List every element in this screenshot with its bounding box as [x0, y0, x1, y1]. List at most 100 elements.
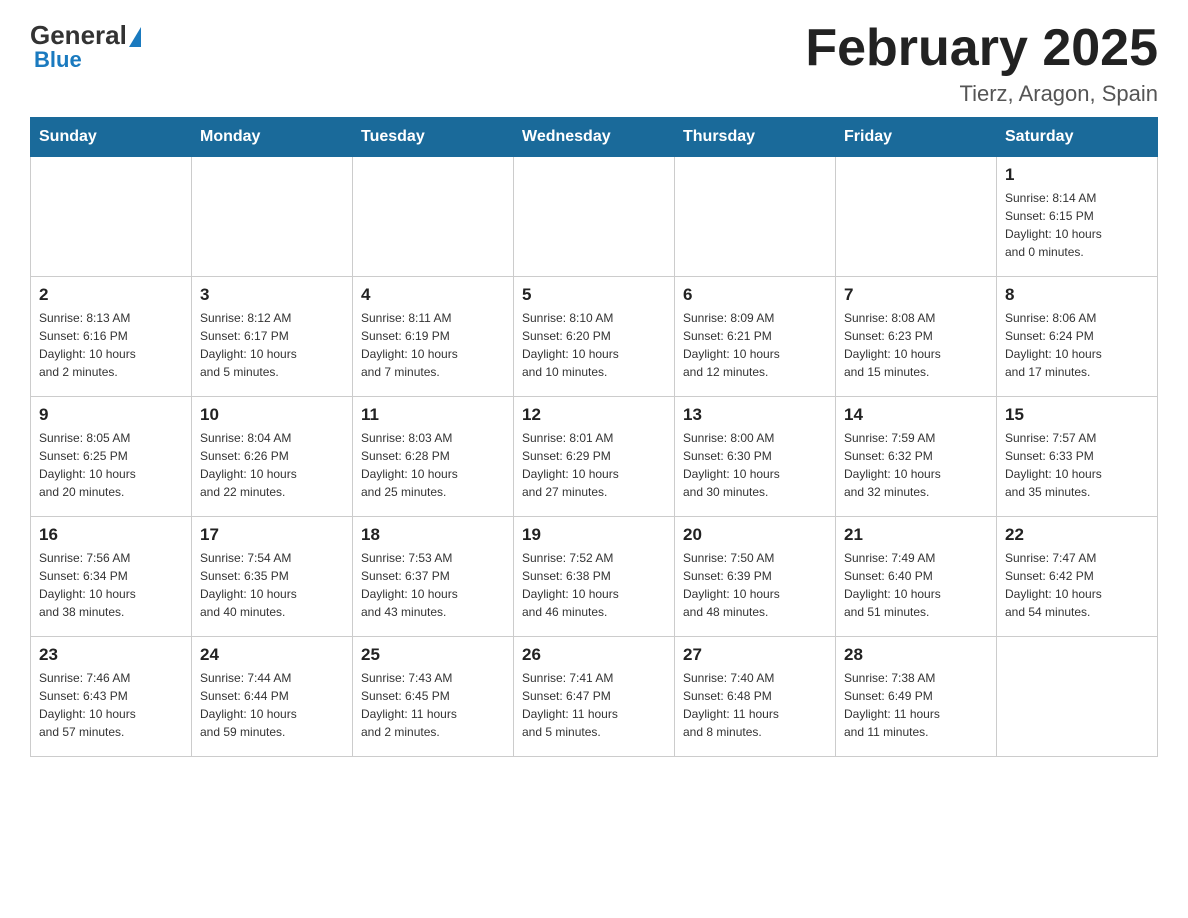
day-info: Sunrise: 7:50 AM Sunset: 6:39 PM Dayligh…	[683, 549, 827, 621]
calendar-day-cell: 18 Sunrise: 7:53 AM Sunset: 6:37 PM Dayli…	[353, 517, 514, 637]
calendar-day-cell: 14 Sunrise: 7:59 AM Sunset: 6:32 PM Dayli…	[836, 397, 997, 517]
day-number: 13	[683, 405, 827, 425]
calendar-day-cell: 23 Sunrise: 7:46 AM Sunset: 6:43 PM Dayli…	[31, 637, 192, 757]
calendar-week-row: 23 Sunrise: 7:46 AM Sunset: 6:43 PM Dayli…	[31, 637, 1158, 757]
calendar-day-cell: 6Sunrise: 8:09 AM Sunset: 6:21 PM Daylig…	[675, 277, 836, 397]
day-info: Sunrise: 8:00 AM Sunset: 6:30 PM Dayligh…	[683, 429, 827, 501]
day-number: 5	[522, 285, 666, 305]
day-number: 6	[683, 285, 827, 305]
calendar-header-row: SundayMondayTuesdayWednesdayThursdayFrid…	[31, 118, 1158, 157]
day-number: 25	[361, 645, 505, 665]
day-info: Sunrise: 7:46 AM Sunset: 6:43 PM Dayligh…	[39, 669, 183, 741]
day-number: 18	[361, 525, 505, 545]
day-number: 4	[361, 285, 505, 305]
calendar-day-cell	[997, 637, 1158, 757]
day-info: Sunrise: 8:08 AM Sunset: 6:23 PM Dayligh…	[844, 309, 988, 381]
calendar-day-cell: 13 Sunrise: 8:00 AM Sunset: 6:30 PM Dayli…	[675, 397, 836, 517]
day-number: 8	[1005, 285, 1149, 305]
calendar-day-cell: 9 Sunrise: 8:05 AM Sunset: 6:25 PM Daylig…	[31, 397, 192, 517]
day-info: Sunrise: 7:53 AM Sunset: 6:37 PM Dayligh…	[361, 549, 505, 621]
page-title: February 2025	[805, 20, 1158, 77]
day-info: Sunrise: 8:06 AM Sunset: 6:24 PM Dayligh…	[1005, 309, 1149, 381]
logo-blue: Blue	[30, 47, 82, 73]
day-info: Sunrise: 8:13 AM Sunset: 6:16 PM Dayligh…	[39, 309, 183, 381]
day-number: 20	[683, 525, 827, 545]
logo: General Blue	[30, 20, 141, 73]
day-number: 10	[200, 405, 344, 425]
calendar-day-cell: 11 Sunrise: 8:03 AM Sunset: 6:28 PM Dayli…	[353, 397, 514, 517]
calendar-week-row: 2 Sunrise: 8:13 AM Sunset: 6:16 PM Daylig…	[31, 277, 1158, 397]
calendar-day-cell	[31, 157, 192, 277]
calendar-day-cell	[836, 157, 997, 277]
calendar-day-cell	[353, 157, 514, 277]
page-header: General Blue February 2025 Tierz, Aragon…	[30, 20, 1158, 107]
calendar-day-header: Monday	[192, 118, 353, 157]
calendar-week-row: 9 Sunrise: 8:05 AM Sunset: 6:25 PM Daylig…	[31, 397, 1158, 517]
day-info: Sunrise: 7:52 AM Sunset: 6:38 PM Dayligh…	[522, 549, 666, 621]
calendar-day-cell: 1 Sunrise: 8:14 AM Sunset: 6:15 PM Daylig…	[997, 157, 1158, 277]
day-number: 19	[522, 525, 666, 545]
calendar-day-cell: 10 Sunrise: 8:04 AM Sunset: 6:26 PM Dayli…	[192, 397, 353, 517]
calendar-day-cell: 24Sunrise: 7:44 AM Sunset: 6:44 PM Dayli…	[192, 637, 353, 757]
day-info: Sunrise: 7:59 AM Sunset: 6:32 PM Dayligh…	[844, 429, 988, 501]
calendar-day-cell: 16 Sunrise: 7:56 AM Sunset: 6:34 PM Dayli…	[31, 517, 192, 637]
day-info: Sunrise: 7:54 AM Sunset: 6:35 PM Dayligh…	[200, 549, 344, 621]
day-number: 14	[844, 405, 988, 425]
calendar-day-header: Saturday	[997, 118, 1158, 157]
day-info: Sunrise: 7:40 AM Sunset: 6:48 PM Dayligh…	[683, 669, 827, 741]
logo-triangle-icon	[129, 27, 141, 47]
calendar-day-cell: 2 Sunrise: 8:13 AM Sunset: 6:16 PM Daylig…	[31, 277, 192, 397]
calendar-day-header: Tuesday	[353, 118, 514, 157]
day-info: Sunrise: 7:41 AM Sunset: 6:47 PM Dayligh…	[522, 669, 666, 741]
day-number: 1	[1005, 165, 1149, 185]
day-info: Sunrise: 8:04 AM Sunset: 6:26 PM Dayligh…	[200, 429, 344, 501]
calendar-day-cell: 20 Sunrise: 7:50 AM Sunset: 6:39 PM Dayli…	[675, 517, 836, 637]
calendar-day-cell: 12Sunrise: 8:01 AM Sunset: 6:29 PM Dayli…	[514, 397, 675, 517]
calendar-day-cell: 5Sunrise: 8:10 AM Sunset: 6:20 PM Daylig…	[514, 277, 675, 397]
calendar-week-row: 16 Sunrise: 7:56 AM Sunset: 6:34 PM Dayli…	[31, 517, 1158, 637]
day-info: Sunrise: 8:03 AM Sunset: 6:28 PM Dayligh…	[361, 429, 505, 501]
calendar-day-header: Friday	[836, 118, 997, 157]
day-info: Sunrise: 7:43 AM Sunset: 6:45 PM Dayligh…	[361, 669, 505, 741]
day-info: Sunrise: 7:38 AM Sunset: 6:49 PM Dayligh…	[844, 669, 988, 741]
day-number: 27	[683, 645, 827, 665]
day-number: 21	[844, 525, 988, 545]
day-info: Sunrise: 7:56 AM Sunset: 6:34 PM Dayligh…	[39, 549, 183, 621]
calendar-day-cell: 28 Sunrise: 7:38 AM Sunset: 6:49 PM Dayli…	[836, 637, 997, 757]
calendar-day-cell: 15 Sunrise: 7:57 AM Sunset: 6:33 PM Dayli…	[997, 397, 1158, 517]
day-number: 15	[1005, 405, 1149, 425]
day-info: Sunrise: 8:12 AM Sunset: 6:17 PM Dayligh…	[200, 309, 344, 381]
day-number: 17	[200, 525, 344, 545]
calendar-day-cell: 4Sunrise: 8:11 AM Sunset: 6:19 PM Daylig…	[353, 277, 514, 397]
day-info: Sunrise: 8:05 AM Sunset: 6:25 PM Dayligh…	[39, 429, 183, 501]
calendar-table: SundayMondayTuesdayWednesdayThursdayFrid…	[30, 117, 1158, 757]
day-number: 24	[200, 645, 344, 665]
calendar-day-header: Wednesday	[514, 118, 675, 157]
day-number: 2	[39, 285, 183, 305]
day-info: Sunrise: 8:14 AM Sunset: 6:15 PM Dayligh…	[1005, 189, 1149, 261]
day-number: 9	[39, 405, 183, 425]
calendar-day-cell: 17 Sunrise: 7:54 AM Sunset: 6:35 PM Dayli…	[192, 517, 353, 637]
day-number: 22	[1005, 525, 1149, 545]
day-info: Sunrise: 7:47 AM Sunset: 6:42 PM Dayligh…	[1005, 549, 1149, 621]
calendar-day-cell	[514, 157, 675, 277]
calendar-day-cell: 8 Sunrise: 8:06 AM Sunset: 6:24 PM Daylig…	[997, 277, 1158, 397]
calendar-day-cell: 7Sunrise: 8:08 AM Sunset: 6:23 PM Daylig…	[836, 277, 997, 397]
day-info: Sunrise: 7:49 AM Sunset: 6:40 PM Dayligh…	[844, 549, 988, 621]
day-number: 3	[200, 285, 344, 305]
subtitle: Tierz, Aragon, Spain	[805, 81, 1158, 107]
day-number: 28	[844, 645, 988, 665]
calendar-day-cell: 27 Sunrise: 7:40 AM Sunset: 6:48 PM Dayli…	[675, 637, 836, 757]
calendar-day-header: Thursday	[675, 118, 836, 157]
day-number: 16	[39, 525, 183, 545]
calendar-day-header: Sunday	[31, 118, 192, 157]
calendar-day-cell: 19 Sunrise: 7:52 AM Sunset: 6:38 PM Dayli…	[514, 517, 675, 637]
day-number: 26	[522, 645, 666, 665]
day-info: Sunrise: 7:57 AM Sunset: 6:33 PM Dayligh…	[1005, 429, 1149, 501]
calendar-week-row: 1 Sunrise: 8:14 AM Sunset: 6:15 PM Daylig…	[31, 157, 1158, 277]
calendar-day-cell: 21 Sunrise: 7:49 AM Sunset: 6:40 PM Dayli…	[836, 517, 997, 637]
day-number: 23	[39, 645, 183, 665]
day-number: 12	[522, 405, 666, 425]
day-number: 11	[361, 405, 505, 425]
calendar-day-cell: 26 Sunrise: 7:41 AM Sunset: 6:47 PM Dayli…	[514, 637, 675, 757]
